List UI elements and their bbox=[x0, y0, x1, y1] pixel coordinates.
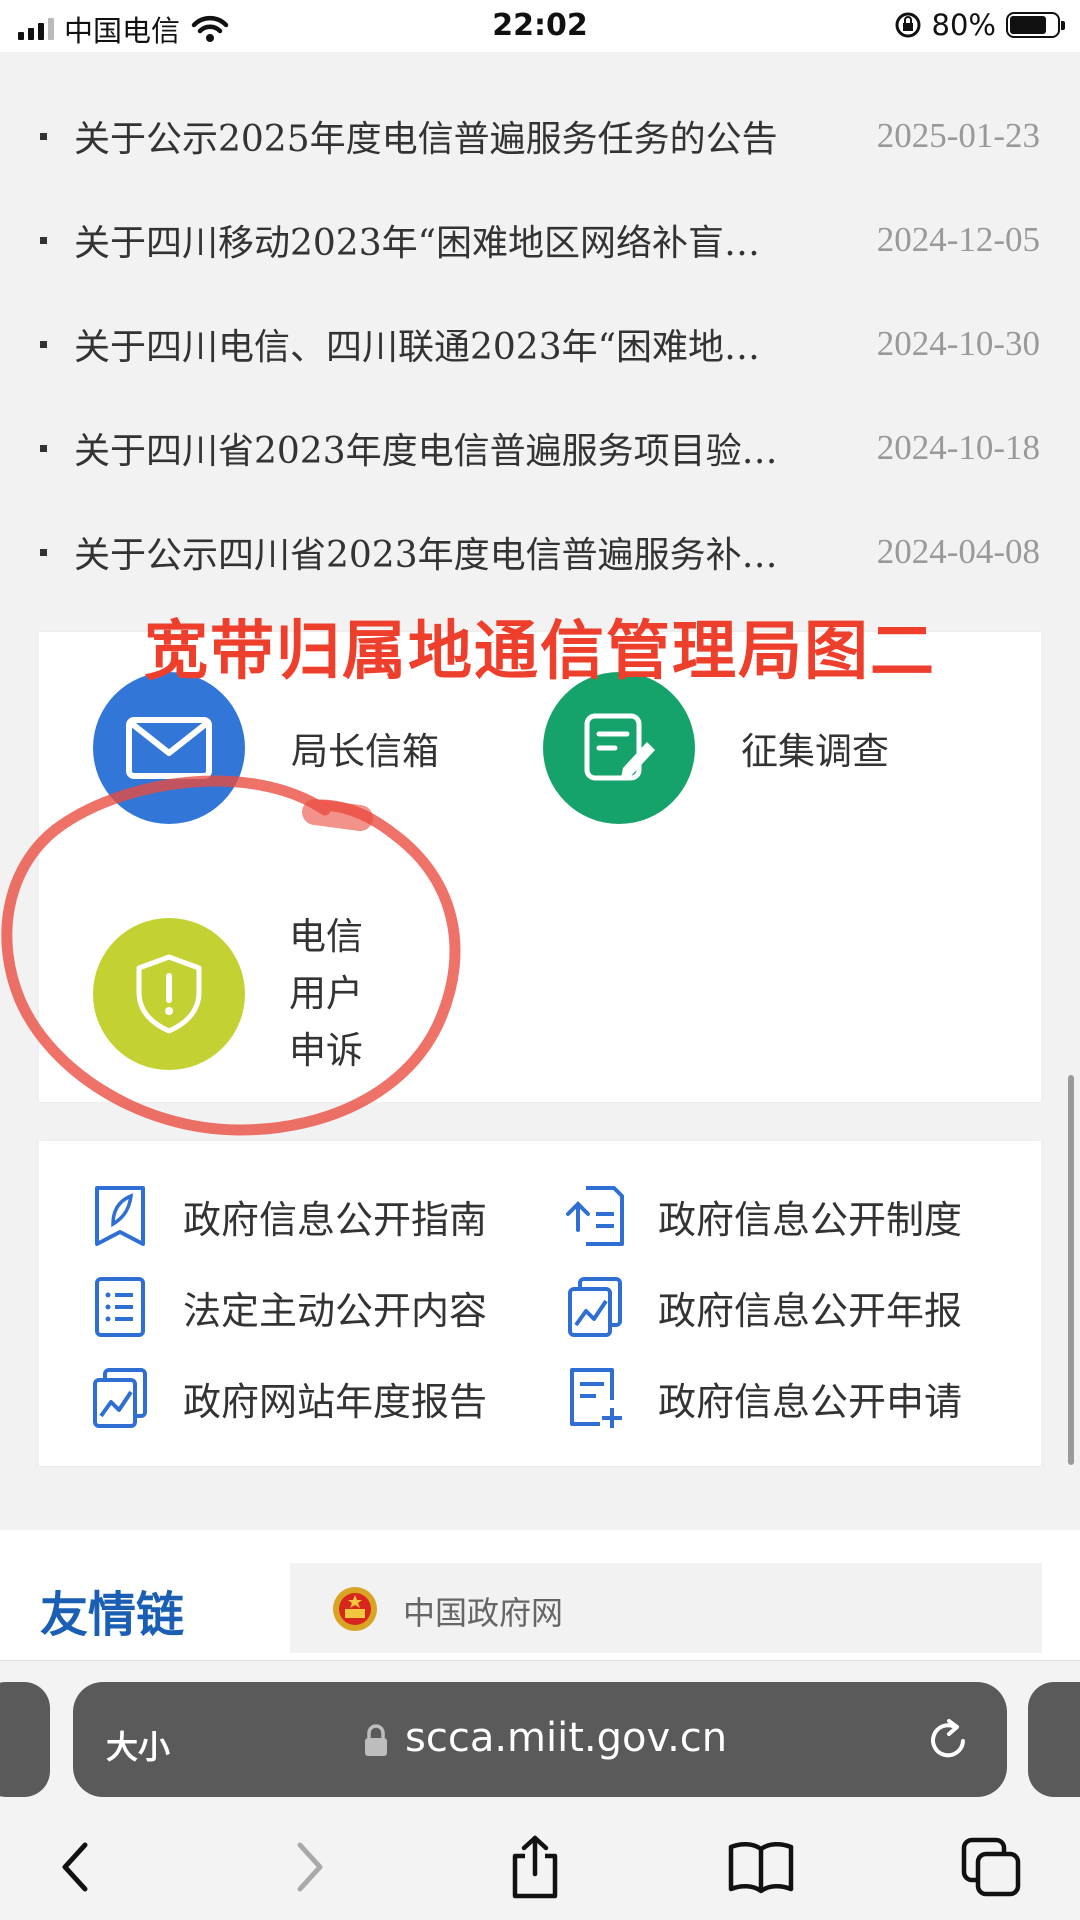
survey-label: 征集调查 bbox=[741, 730, 889, 773]
tabs-button[interactable] bbox=[956, 1832, 1026, 1902]
news-date: 2025-01-23 bbox=[876, 116, 1040, 155]
chevron-right-icon bbox=[297, 1842, 323, 1892]
news-list: 关于公示2025年度电信普遍服务任务的公告 2025-01-23 关于四川移动2… bbox=[0, 84, 1080, 604]
link-label: 政府网站年度报告 bbox=[183, 1379, 488, 1424]
text-size-button[interactable]: 大小 bbox=[106, 1722, 170, 1768]
chevron-left-icon bbox=[62, 1842, 88, 1892]
bullet-icon bbox=[40, 341, 47, 348]
document-upload-icon bbox=[566, 1186, 624, 1246]
national-emblem-icon bbox=[333, 1587, 377, 1631]
news-item[interactable]: 关于四川电信、四川联通2023年“困难地… 2024-10-30 bbox=[0, 292, 1080, 396]
annotation-title: 宽带归属地通信管理局图二 bbox=[144, 615, 936, 689]
bookmarks-button[interactable] bbox=[726, 1832, 796, 1902]
complaint-service[interactable]: 电信 用户 申诉 bbox=[93, 908, 369, 1079]
news-title[interactable]: 关于四川省2023年度电信普遍服务项目验… bbox=[74, 422, 832, 474]
page-scrollbar[interactable] bbox=[1068, 1075, 1074, 1465]
link-item[interactable]: 政府网站年度报告 bbox=[91, 1366, 487, 1430]
link-label: 法定主动公开内容 bbox=[183, 1288, 488, 1333]
news-item[interactable]: 关于四川省2023年度电信普遍服务项目验… 2024-10-18 bbox=[0, 396, 1080, 500]
news-title[interactable]: 关于四川电信、四川联通2023年“困难地… bbox=[74, 318, 832, 370]
complaint-label-line: 申诉 bbox=[289, 1029, 363, 1072]
link-item[interactable]: 政府信息公开申请 bbox=[566, 1366, 962, 1430]
book-open-icon bbox=[728, 1842, 794, 1894]
friend-link-label[interactable]: 中国政府网 bbox=[403, 1588, 563, 1634]
news-item[interactable]: 关于公示四川省2023年度电信普遍服务补… 2024-04-08 bbox=[0, 500, 1080, 604]
previous-tab-preview[interactable] bbox=[0, 1682, 50, 1797]
news-title[interactable]: 关于公示四川省2023年度电信普遍服务补… bbox=[74, 526, 832, 578]
shield-alert-icon bbox=[93, 917, 245, 1070]
link-label: 政府信息公开年报 bbox=[658, 1288, 963, 1333]
battery-icon bbox=[1006, 12, 1065, 38]
bullet-icon bbox=[40, 133, 47, 140]
survey-service[interactable]: 征集调查 bbox=[543, 672, 889, 824]
news-date: 2024-10-18 bbox=[876, 428, 1040, 467]
battery-percent: 80% bbox=[931, 8, 996, 42]
mail-icon bbox=[93, 672, 245, 824]
friend-links-title: 友情链 bbox=[40, 1587, 185, 1643]
news-title[interactable]: 关于四川移动2023年“困难地区网络补盲… bbox=[74, 214, 832, 266]
url-text[interactable]: scca.miit.gov.cn bbox=[405, 1715, 727, 1761]
news-title[interactable]: 关于公示2025年度电信普遍服务任务的公告 bbox=[74, 110, 832, 162]
news-date: 2024-12-05 bbox=[876, 220, 1040, 259]
link-item[interactable]: 政府信息公开年报 bbox=[566, 1275, 962, 1339]
tabs-icon bbox=[961, 1837, 1021, 1897]
status-right: 80% bbox=[894, 8, 1065, 42]
complaint-label-line: 电信 bbox=[289, 915, 363, 958]
link-item[interactable]: 政府信息公开指南 bbox=[91, 1184, 487, 1248]
services-card: 局长信箱 征集调查 电信 用户 申诉 bbox=[39, 632, 1041, 1102]
chart-report-icon bbox=[568, 1277, 622, 1337]
complaint-label-line: 用户 bbox=[289, 972, 363, 1015]
news-item[interactable]: 关于四川移动2023年“困难地区网络补盲… 2024-12-05 bbox=[0, 188, 1080, 292]
book-icon bbox=[95, 1186, 145, 1246]
lock-icon bbox=[365, 1724, 387, 1756]
next-tab-preview[interactable] bbox=[1028, 1682, 1080, 1797]
list-document-icon bbox=[95, 1277, 145, 1337]
bullet-icon bbox=[40, 549, 47, 556]
news-date: 2024-10-30 bbox=[876, 324, 1040, 363]
link-label: 政府信息公开申请 bbox=[658, 1379, 963, 1424]
bullet-icon bbox=[40, 445, 47, 452]
link-item[interactable]: 政府信息公开制度 bbox=[566, 1184, 962, 1248]
share-icon bbox=[512, 1835, 558, 1899]
status-bar: 中国电信 22:02 80% bbox=[0, 0, 1080, 52]
chart-report-icon bbox=[93, 1368, 147, 1428]
edit-form-icon bbox=[543, 672, 695, 824]
share-button[interactable] bbox=[500, 1832, 570, 1902]
back-button[interactable] bbox=[40, 1832, 110, 1902]
info-links-card: 政府信息公开指南 政府信息公开制度 法定主动公开内容 政府信息公开年报 政府网站… bbox=[39, 1141, 1041, 1466]
link-label: 政府信息公开制度 bbox=[658, 1197, 963, 1242]
bullet-icon bbox=[40, 237, 47, 244]
news-date: 2024-04-08 bbox=[876, 532, 1040, 571]
document-add-icon bbox=[570, 1368, 622, 1428]
mailbox-label: 局长信箱 bbox=[291, 730, 439, 773]
complaint-label: 电信 用户 申诉 bbox=[289, 908, 369, 1079]
rotation-lock-icon bbox=[895, 12, 921, 38]
news-item[interactable]: 关于公示2025年度电信普遍服务任务的公告 2025-01-23 bbox=[0, 84, 1080, 188]
link-item[interactable]: 法定主动公开内容 bbox=[91, 1275, 487, 1339]
mailbox-service[interactable]: 局长信箱 bbox=[93, 672, 439, 824]
reload-icon[interactable] bbox=[925, 1717, 971, 1763]
forward-button[interactable] bbox=[275, 1832, 345, 1902]
link-label: 政府信息公开指南 bbox=[183, 1197, 488, 1242]
